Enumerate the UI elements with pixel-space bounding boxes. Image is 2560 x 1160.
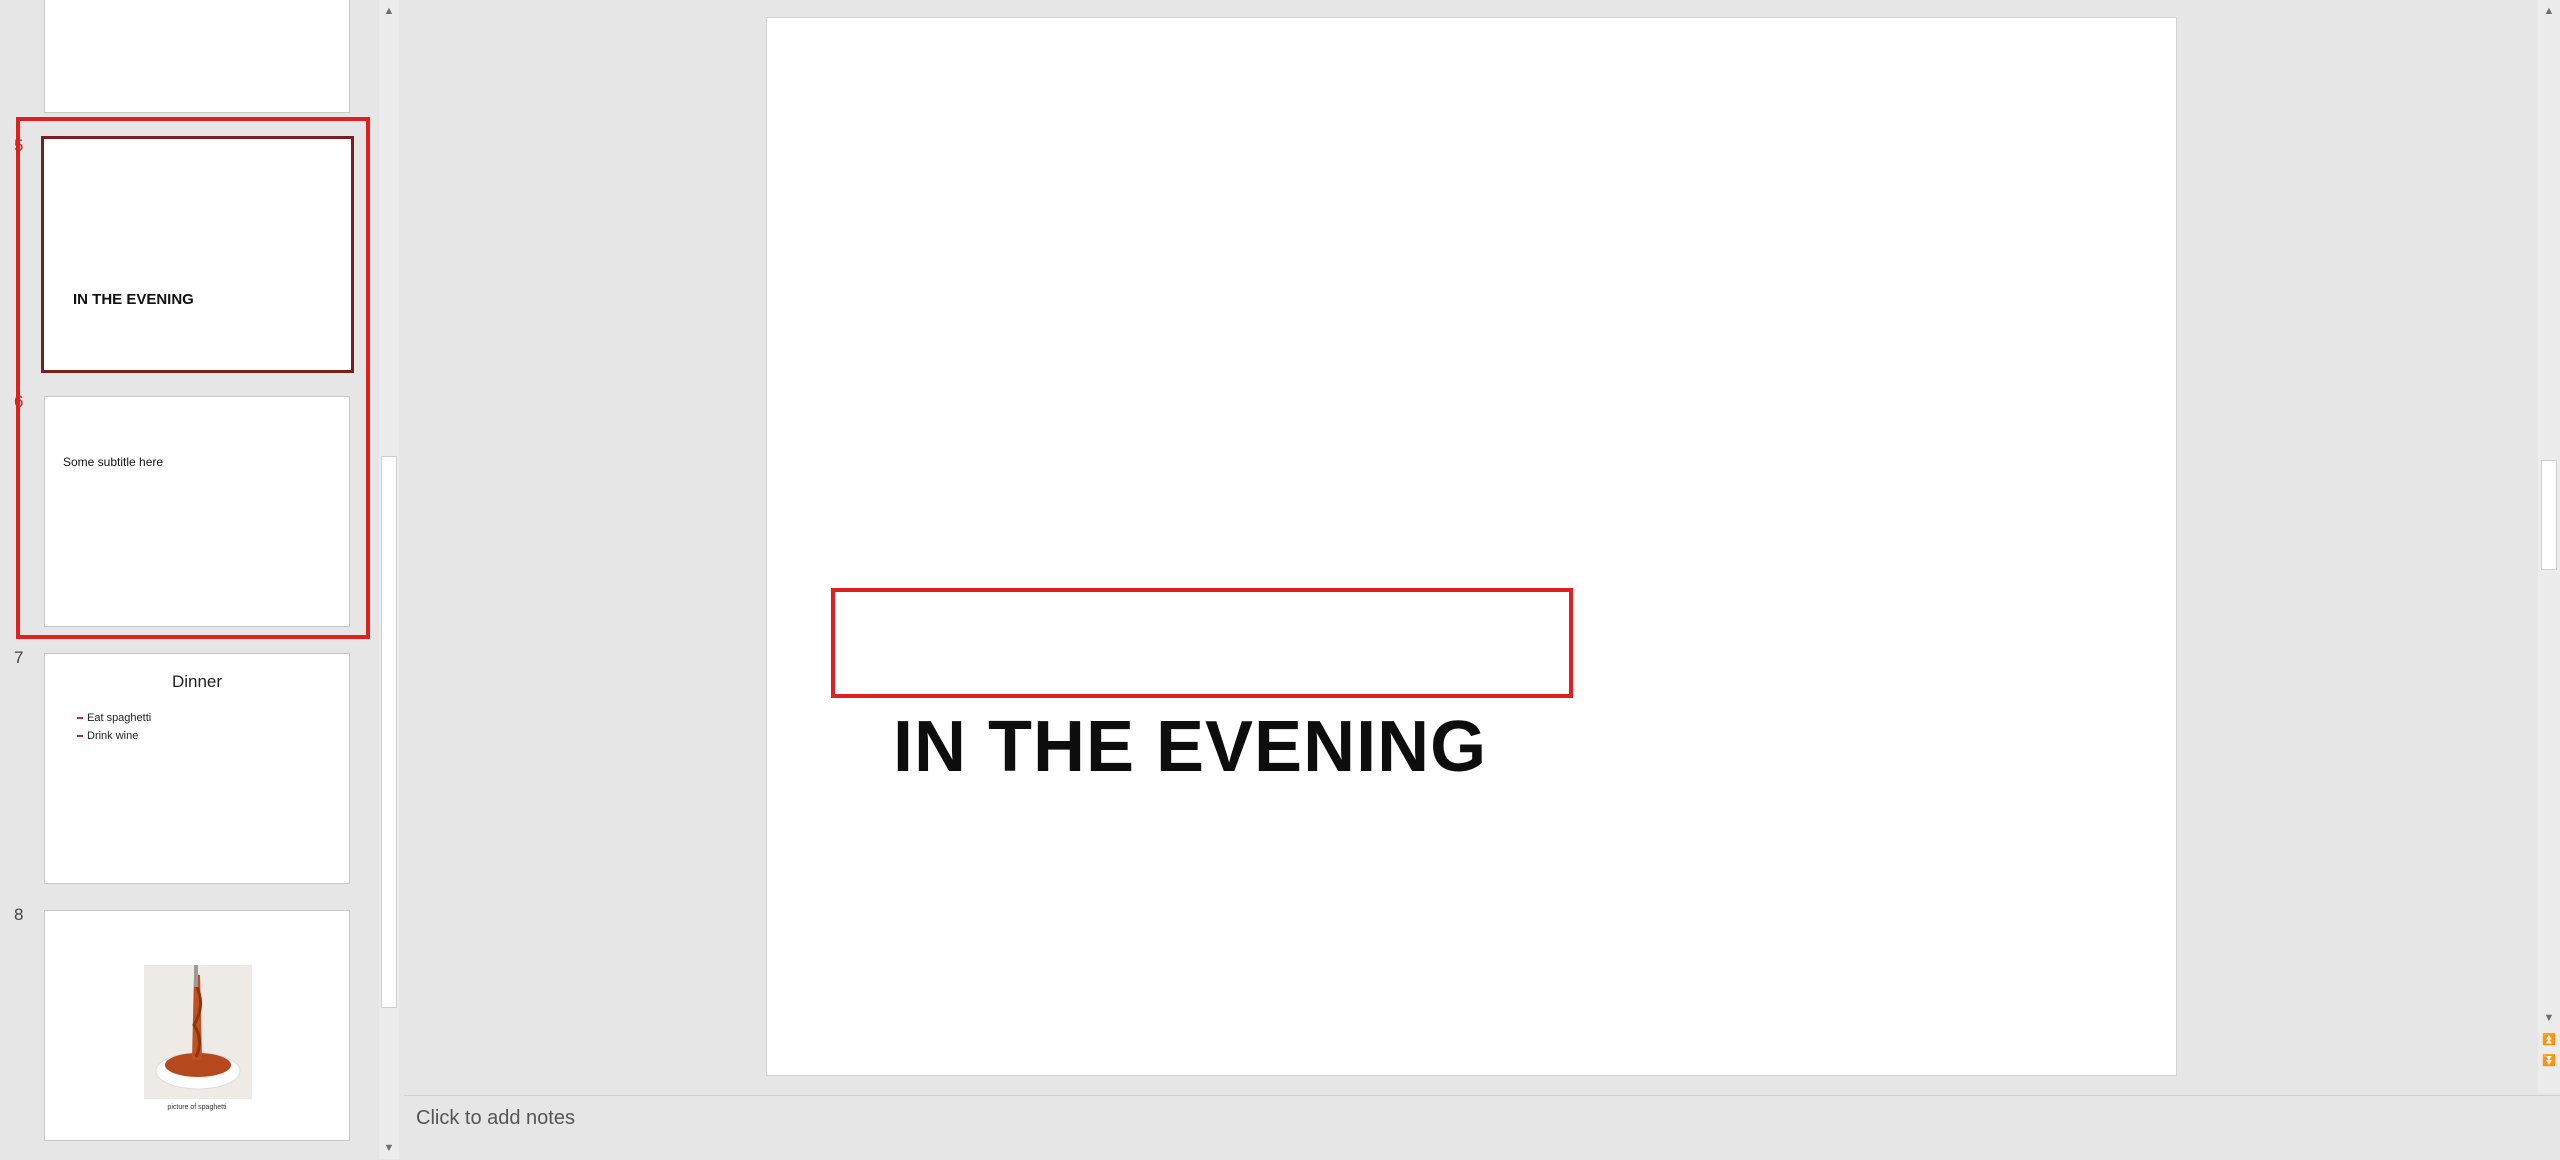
thumbnail-selection-highlight bbox=[16, 117, 370, 639]
scroll-up-icon[interactable]: ▲ bbox=[380, 2, 398, 20]
scroll-down-icon[interactable]: ▼ bbox=[380, 1139, 398, 1157]
slide-scrollbar[interactable]: ▲ ▼ ⏫ ⏬ bbox=[2538, 0, 2560, 1093]
thumbnail-caption: picture of spaghetti bbox=[167, 1104, 227, 1111]
slide-scrollbar-thumb[interactable] bbox=[2541, 460, 2557, 570]
slide-title[interactable]: IN THE EVENING bbox=[893, 706, 1487, 788]
slide-canvas[interactable]: IN THE EVENING bbox=[766, 17, 2177, 1076]
thumbnail-bullet-list: Eat spaghetti Drink wine bbox=[77, 709, 151, 745]
slide-number-8: 8 bbox=[14, 905, 24, 924]
slide-thumbnail-pane[interactable]: 5 IN THE EVENING 6 Some subtitle here 7 … bbox=[0, 0, 378, 1159]
slide-thumbnail-4[interactable] bbox=[44, 0, 350, 113]
notes-pane[interactable]: Click to add notes bbox=[404, 1095, 2560, 1160]
list-item: Drink wine bbox=[77, 727, 151, 745]
notes-placeholder[interactable]: Click to add notes bbox=[416, 1107, 575, 1130]
next-slide-icon[interactable]: ⏬ bbox=[2540, 1052, 2558, 1070]
scroll-down-icon[interactable]: ▼ bbox=[2540, 1009, 2558, 1027]
list-item: Eat spaghetti bbox=[77, 709, 151, 727]
thumbnail-scrollbar[interactable]: ▲ ▼ bbox=[379, 0, 399, 1159]
thumbnail-title: Dinner bbox=[171, 672, 223, 691]
empty-placeholder-box[interactable] bbox=[831, 588, 1573, 698]
scroll-up-icon[interactable]: ▲ bbox=[2540, 2, 2558, 20]
slide-thumbnail-8[interactable]: picture of spaghetti bbox=[44, 910, 350, 1141]
spaghetti-image bbox=[144, 965, 252, 1099]
thumbnail-scrollbar-thumb[interactable] bbox=[381, 456, 397, 1008]
slide-thumbnail-7[interactable]: Dinner Eat spaghetti Drink wine bbox=[44, 653, 350, 884]
previous-slide-icon[interactable]: ⏫ bbox=[2540, 1031, 2558, 1049]
slide-number-7: 7 bbox=[14, 648, 24, 667]
